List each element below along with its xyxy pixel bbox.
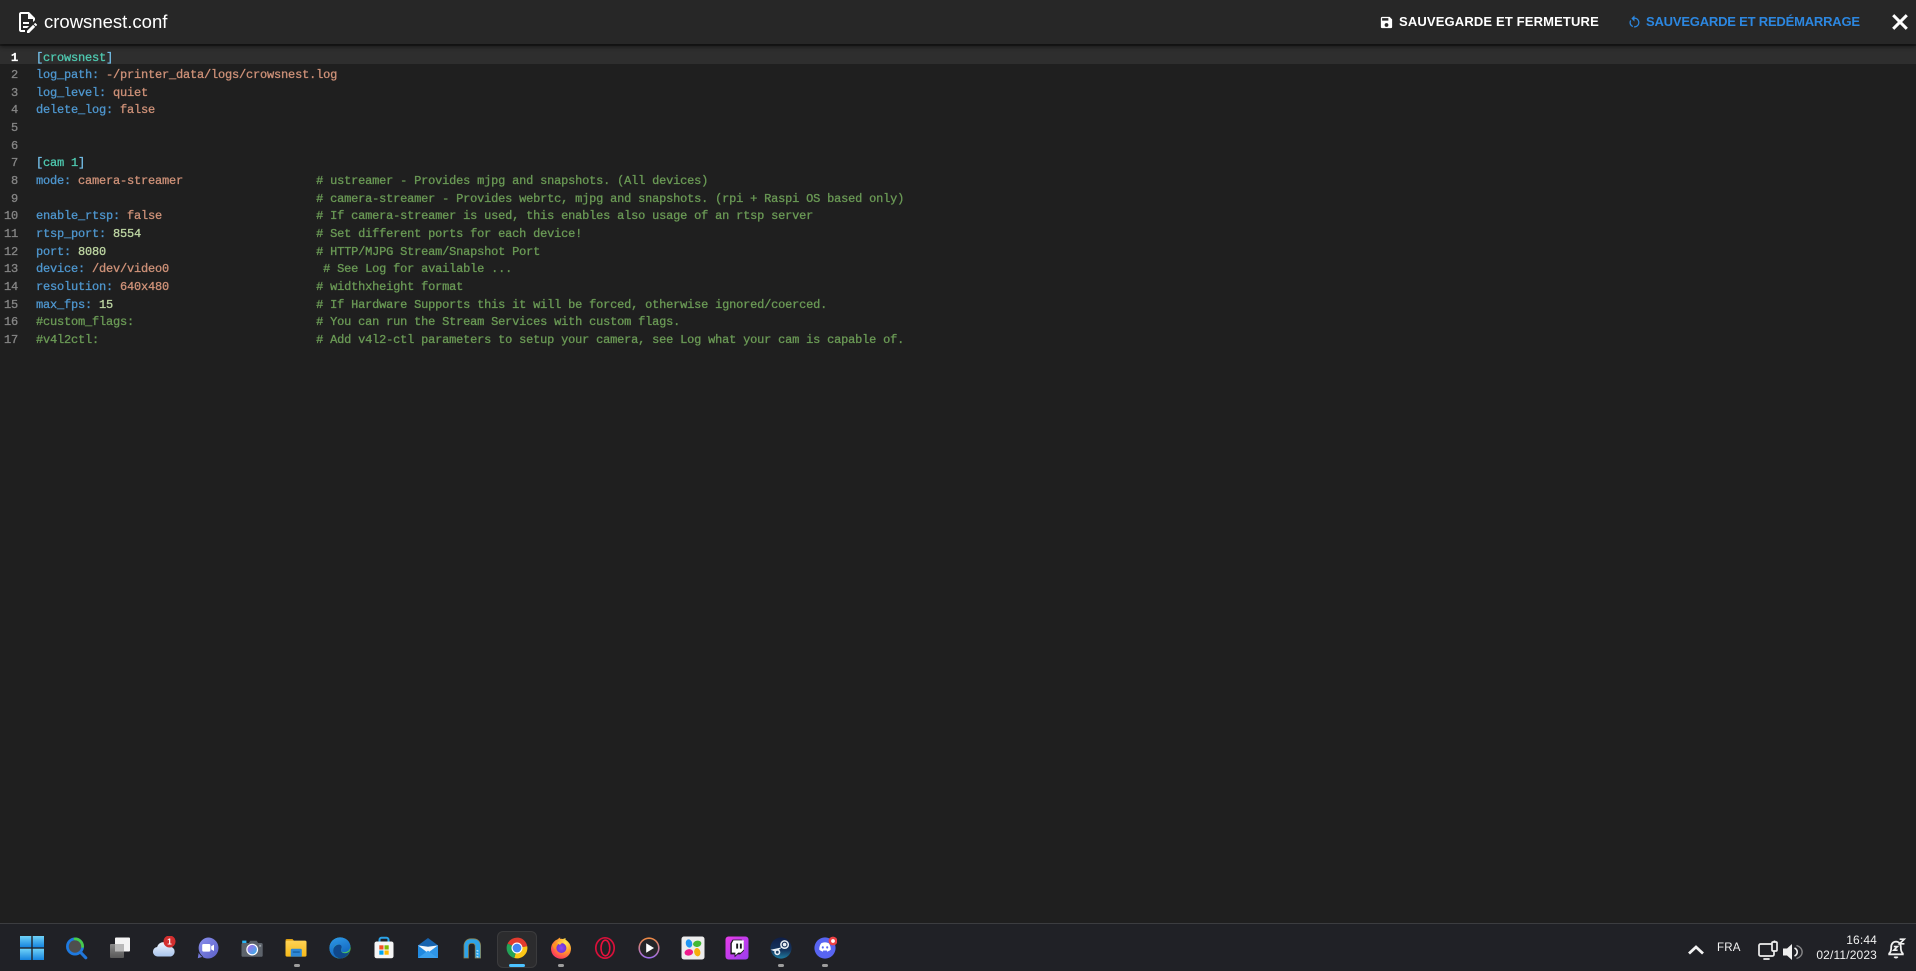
svg-text:1: 1 (167, 936, 172, 946)
